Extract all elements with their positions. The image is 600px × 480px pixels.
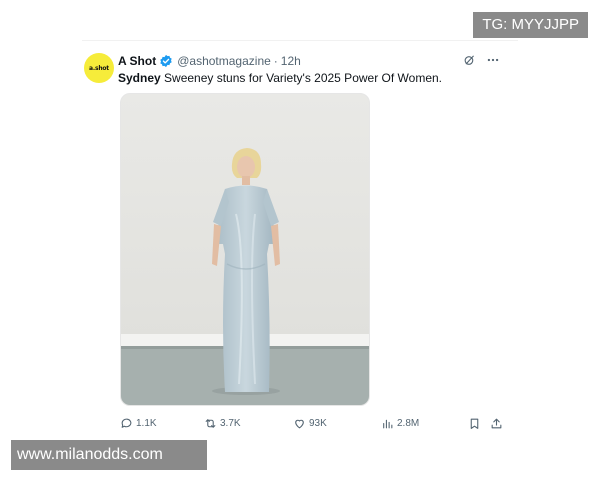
action-bar: 1.1K 3.7K 93K 2.8M (118, 417, 518, 433)
verified-badge-icon (160, 54, 172, 68)
site-watermark: www.milanodds.com (11, 440, 207, 470)
tweet-header: A Shot @ashotmagazine · 12h (118, 54, 301, 68)
reply-count: 1.1K (136, 418, 157, 429)
post-time[interactable]: 12h (281, 54, 301, 68)
repost-icon (205, 419, 216, 428)
views-count: 2.8M (397, 418, 420, 429)
avatar-text: a.shot (89, 64, 109, 72)
tweet-text: Sydney Sweeney stuns for Variety's 2025 … (118, 71, 442, 85)
photo-scene (121, 94, 369, 405)
dress (215, 185, 277, 392)
grok-icon[interactable] (462, 53, 476, 67)
tg-watermark: TG: MYYJJPP (473, 12, 588, 38)
reply-button[interactable]: 1.1K (120, 417, 157, 430)
share-button[interactable] (490, 417, 503, 430)
reply-icon (121, 418, 132, 428)
views-button[interactable]: 2.8M (381, 417, 419, 430)
tweet-photo[interactable] (120, 93, 370, 406)
heart-icon (295, 419, 304, 429)
like-button[interactable]: 93K (293, 417, 327, 430)
bookmark-button[interactable] (468, 417, 481, 430)
separator-dot: · (273, 54, 278, 68)
share-icon (491, 418, 502, 429)
like-count: 93K (309, 418, 327, 429)
tweet-card[interactable]: a.shot A Shot @ashotmagazine · 12h Sydne… (82, 40, 518, 440)
face (237, 156, 255, 178)
avatar[interactable]: a.shot (84, 53, 114, 83)
bookmark-icon (470, 418, 479, 429)
author-handle[interactable]: @ashotmagazine (177, 54, 271, 68)
views-icon (383, 419, 393, 429)
repost-count: 3.7K (220, 418, 241, 429)
more-icon[interactable] (486, 53, 500, 67)
tweet-text-bold: Sydney (118, 71, 161, 85)
author-name[interactable]: A Shot (118, 54, 156, 68)
tweet-text-body: Sweeney stuns for Variety's 2025 Power O… (160, 71, 442, 85)
header-icons (462, 53, 500, 67)
repost-button[interactable]: 3.7K (204, 417, 241, 430)
